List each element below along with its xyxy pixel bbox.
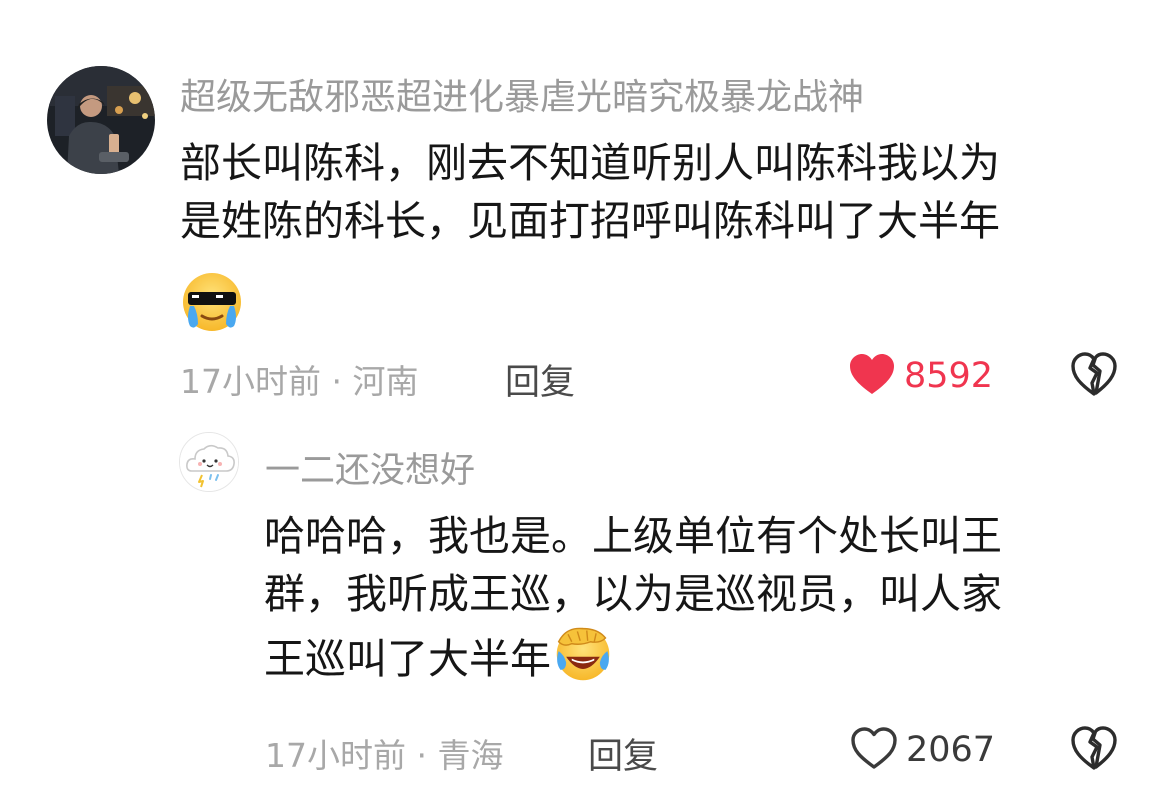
location: 河南 bbox=[352, 362, 419, 401]
heart-icon bbox=[850, 726, 898, 774]
avatar[interactable] bbox=[47, 66, 155, 174]
location: 青海 bbox=[437, 736, 504, 775]
comment-text-line: 部长叫陈科，刚去不知道听别人叫陈科我以为 bbox=[180, 139, 1000, 187]
timestamp: 17小时前 bbox=[265, 736, 406, 775]
comment-meta: 17小时前 · 青海 bbox=[265, 729, 504, 777]
username[interactable]: 一二还没想好 bbox=[265, 442, 475, 493]
timestamp: 17小时前 bbox=[180, 362, 321, 401]
cool-crying-face-emoji bbox=[180, 270, 244, 338]
comment-text: 哈哈哈，我也是。上级单位有个处长叫王 群，我听成王巡，以为是巡视员，叫人家 王巡… bbox=[264, 507, 1002, 698]
broken-heart-icon bbox=[1070, 352, 1118, 401]
like-count: 2067 bbox=[906, 730, 996, 770]
comment-text-fragment: 王巡叫了大半年 bbox=[264, 635, 551, 683]
username[interactable]: 超级无敌邪恶超进化暴虐光暗究极暴龙战神 bbox=[180, 68, 864, 120]
comment-text-line: 王巡叫了大半年 bbox=[264, 623, 1002, 698]
facepalm-laugh-face-emoji bbox=[553, 623, 613, 698]
avatar[interactable] bbox=[179, 432, 239, 492]
reply-button[interactable]: 回复 bbox=[505, 354, 575, 405]
comment-text-line: 是姓陈的科长，见面打招呼叫陈科叫了大半年 bbox=[180, 197, 1000, 245]
comment-text-line: 群，我听成王巡，以为是巡视员，叫人家 bbox=[264, 570, 1002, 618]
heart-icon bbox=[848, 352, 896, 400]
like-count: 8592 bbox=[904, 356, 994, 396]
like-button[interactable]: 8592 bbox=[848, 352, 993, 400]
comment-text: 部长叫陈科，刚去不知道听别人叫陈科我以为 是姓陈的科长，见面打招呼叫陈科叫了大半… bbox=[180, 134, 1000, 250]
dislike-button[interactable] bbox=[1070, 351, 1118, 401]
broken-heart-icon bbox=[1070, 726, 1118, 775]
comment-meta: 17小时前 · 河南 bbox=[180, 355, 419, 403]
dislike-button[interactable] bbox=[1070, 725, 1118, 775]
reply-button[interactable]: 回复 bbox=[588, 728, 658, 779]
meta-separator: · bbox=[331, 362, 343, 401]
meta-separator: · bbox=[416, 736, 428, 775]
like-button[interactable]: 2067 bbox=[850, 726, 995, 774]
comment-text-line: 哈哈哈，我也是。上级单位有个处长叫王 bbox=[264, 512, 1002, 560]
